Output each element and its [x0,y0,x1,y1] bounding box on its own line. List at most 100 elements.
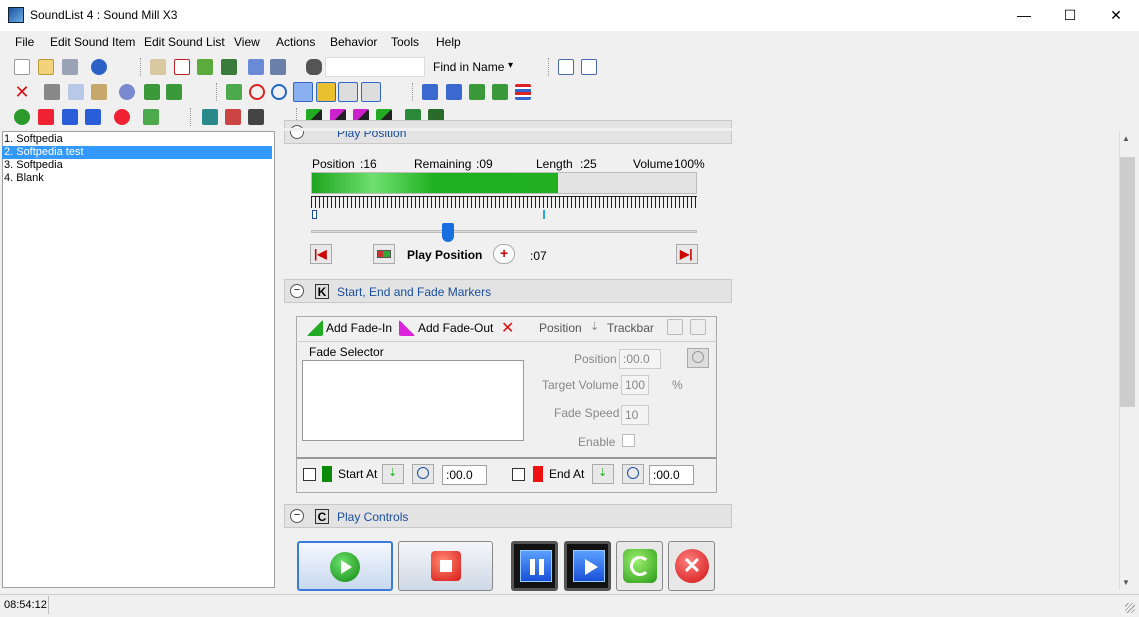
list-item[interactable]: 3. Softpedia [2,159,272,172]
resize-grip-icon[interactable] [1125,603,1135,613]
play-button[interactable] [297,541,393,591]
pause-button[interactable] [511,541,558,591]
menu-edit-sound-item[interactable]: Edit Sound Item [50,35,135,49]
enable-checkbox[interactable] [622,434,635,447]
checklist-icon[interactable] [174,59,190,75]
stop-sign-icon[interactable] [249,84,265,100]
cancel-icon[interactable] [114,109,130,125]
scrollbar-thumb[interactable] [1120,157,1135,407]
find-mode-dropdown[interactable]: Find in Name [433,60,504,74]
play-icon[interactable] [14,109,30,125]
target-volume-field[interactable]: 100 [621,375,649,395]
resume-icon[interactable] [85,109,101,125]
list-item[interactable]: 4. Blank [2,172,272,185]
find-input[interactable] [325,57,425,77]
loop-icon[interactable] [361,82,381,102]
list-view-icon[interactable] [558,59,574,75]
battery-button[interactable] [373,244,395,264]
paste-icon[interactable] [91,84,107,100]
start-from-trackbar-button[interactable]: ⇣ [382,464,404,484]
maximize-button[interactable]: ☐ [1047,0,1093,31]
play-position-button-label[interactable]: Play Position [407,248,482,262]
menu-file[interactable]: File [15,35,34,49]
jump-down-icon[interactable] [492,84,508,100]
stop-icon[interactable] [38,109,54,125]
refresh-list-icon[interactable] [197,59,213,75]
scroll-down-icon[interactable]: ▼ [1122,578,1130,587]
cue-marker[interactable] [543,210,545,219]
start-at-checkbox[interactable] [303,468,316,481]
position-button[interactable]: Position [539,321,582,335]
add-fade-in-button[interactable]: Add Fade-In [326,321,392,335]
arrow-down-icon[interactable] [446,84,462,100]
minimize-button[interactable]: — [1001,0,1047,31]
cancel-button[interactable]: ✕ [668,541,715,591]
menu-view[interactable]: View [234,35,260,49]
fade-timer-button[interactable] [687,348,709,368]
fade-speed-field[interactable]: 10 [621,405,649,425]
position-slider-thumb[interactable] [442,223,454,242]
speaker-icon[interactable] [316,82,336,102]
collapse-toggle[interactable]: − [290,509,304,523]
collapse-toggle[interactable]: − [290,284,304,298]
open-icon[interactable] [38,59,54,75]
end-at-checkbox[interactable] [512,468,525,481]
properties-icon[interactable] [150,59,166,75]
repeat-icon[interactable] [143,109,159,125]
add-fade-out-button[interactable]: Add Fade-Out [418,321,493,335]
new-list-icon[interactable] [14,59,30,75]
window-icon[interactable] [248,59,264,75]
cut-icon[interactable] [44,84,60,100]
volume-down-icon[interactable] [202,109,218,125]
go-to-end-button[interactable]: ▶| [676,244,698,264]
menu-edit-sound-list[interactable]: Edit Sound List [144,35,225,49]
book-icon[interactable] [221,59,237,75]
mute-icon[interactable] [248,109,264,125]
settings-icon[interactable] [119,84,135,100]
menu-behavior[interactable]: Behavior [330,35,377,49]
lock-left-icon[interactable] [667,319,683,335]
move-down-icon[interactable] [166,84,182,100]
chevron-down-icon[interactable]: ▾ [508,60,513,71]
pointer-icon[interactable] [226,84,242,100]
start-marker-handle[interactable] [312,210,317,219]
list-lines-icon[interactable] [515,84,531,100]
shuffle-icon[interactable] [338,82,358,102]
list-item[interactable]: 1. Softpedia [2,133,272,146]
scroll-up-icon[interactable]: ▲ [1122,134,1130,143]
resume-button[interactable] [564,541,611,591]
menu-help[interactable]: Help [436,35,461,49]
fade-position-field[interactable]: :00.0 [619,349,661,369]
detail-view-icon[interactable] [581,59,597,75]
position-slider-track[interactable] [311,230,697,233]
copy-icon[interactable] [68,84,84,100]
go-to-start-button[interactable]: |◀ [310,244,332,264]
menu-actions[interactable]: Actions [276,35,315,49]
start-timer-button[interactable] [412,464,434,484]
end-from-trackbar-button[interactable]: ⇣ [592,464,614,484]
help-icon[interactable] [91,59,107,75]
block-icon[interactable] [271,84,287,100]
pause-icon[interactable] [62,109,78,125]
add-offset-button[interactable]: + [493,244,515,264]
grid-dropdown-icon[interactable] [270,59,286,75]
jump-up-icon[interactable] [469,84,485,100]
end-at-field[interactable]: :00.0 [649,465,694,485]
link-icon[interactable] [293,82,313,102]
trackbar-button[interactable]: Trackbar [607,321,654,335]
fade-selector-list[interactable] [302,360,524,441]
save-icon[interactable] [62,59,78,75]
volume-up-icon[interactable] [225,109,241,125]
end-timer-button[interactable] [622,464,644,484]
binoculars-icon[interactable] [306,59,322,75]
arrow-up-icon[interactable] [422,84,438,100]
menu-tools[interactable]: Tools [391,35,419,49]
move-up-icon[interactable] [144,84,160,100]
start-at-field[interactable]: :00.0 [442,465,487,485]
close-button[interactable]: ✕ [1093,0,1139,31]
list-item-selected[interactable]: 2. Softpedia test [2,146,272,159]
delete-fade-button[interactable]: ✕ [501,318,514,338]
stop-button[interactable] [398,541,493,591]
lock-right-icon[interactable] [690,319,706,335]
repeat-button[interactable] [616,541,663,591]
